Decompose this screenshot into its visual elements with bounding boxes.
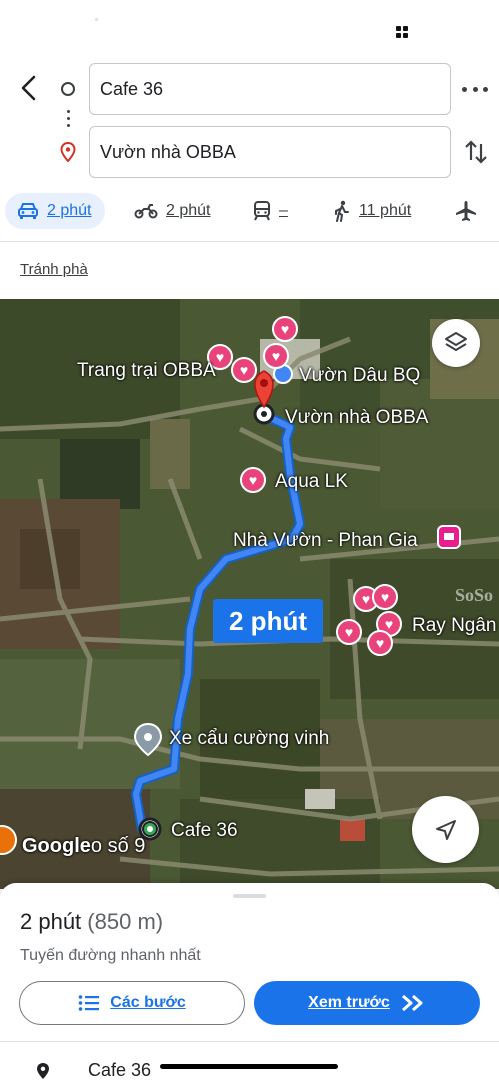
steps-button[interactable]: Các bước [19, 981, 245, 1025]
origin-circle-icon [61, 82, 75, 96]
poi-aqua-lk[interactable]: Aqua LK [275, 471, 348, 493]
car-icon [18, 203, 38, 219]
header-divider [0, 241, 499, 242]
tab-car[interactable]: 2 phút [5, 193, 106, 229]
tab-motorbike-label: 2 phút [166, 202, 211, 219]
satellite-imagery: SoSo [0, 299, 499, 889]
google-logo-text: Google [22, 835, 91, 857]
sheet-drag-handle[interactable] [233, 894, 266, 898]
google-logo: Googleo số 9 [22, 835, 145, 858]
soso-watermark: SoSo [455, 585, 493, 605]
tab-motorbike[interactable]: 2 phút [134, 193, 210, 229]
tab-walk[interactable]: 11 phút [333, 193, 411, 229]
saved-place-icon[interactable]: ♥ [272, 316, 298, 342]
home-indicator [160, 1064, 338, 1069]
saved-place-icon[interactable]: ♥ [263, 343, 289, 369]
navigation-arrow-icon [435, 819, 456, 840]
route-summary: 2 phút (850 m) [20, 909, 163, 935]
saved-place-icon[interactable]: ♥ [240, 467, 266, 493]
location-pin-icon [37, 1062, 49, 1079]
layers-button[interactable] [432, 319, 480, 367]
steps-button-label: Các bước [110, 994, 186, 1011]
status-bar [0, 0, 499, 50]
poi-cafe-36[interactable]: Cafe 36 [171, 820, 238, 842]
route-step-row[interactable]: Cafe 36 [36, 1060, 151, 1080]
poi-vuon-dau-bq[interactable]: Vườn Dâu BQ [299, 365, 420, 387]
poi-vuon-nha-obba[interactable]: Vườn nhà OBBA [285, 407, 428, 429]
transit-icon [254, 201, 270, 221]
tab-walk-label: 11 phút [359, 202, 412, 219]
saved-place-icon[interactable]: ♥ [336, 619, 362, 645]
poi-nha-vuon-phan-gia[interactable]: Nhà Vườn - Phan Gia [233, 530, 418, 552]
double-chevron-right-icon [401, 994, 423, 1012]
route-time-badge[interactable]: 2 phút [213, 599, 323, 643]
poi-ray-ngan[interactable]: Ray Ngân [412, 615, 497, 637]
travel-mode-tabs: 2 phút 2 phút – 11 phút [0, 193, 499, 237]
route-duration: 2 phút [20, 909, 82, 934]
walk-icon [335, 200, 349, 222]
preview-button[interactable]: Xem trước [254, 981, 480, 1025]
tab-flight[interactable] [455, 193, 485, 229]
status-dot [95, 18, 98, 21]
layers-icon [445, 332, 467, 351]
swap-route-icon[interactable] [462, 138, 490, 166]
tab-car-label: 2 phút [47, 202, 92, 219]
poi-xe-cau-cuong-vinh[interactable]: Xe cẩu cường vinh [169, 728, 329, 750]
street-fragment-label: o số 9 [90, 835, 146, 857]
map-view[interactable]: SoSo ♥ ♥ ♥ ♥ ♥ ♥ ♥ ♥ ♥ ♥ Trang trại OBBA… [0, 299, 499, 889]
my-location-button[interactable] [412, 796, 479, 863]
saved-place-icon[interactable]: ♥ [372, 584, 398, 610]
destination-pin-icon [60, 142, 76, 162]
route-step-label: Cafe 36 [88, 1060, 152, 1080]
signal-grid-icon [396, 26, 408, 38]
sheet-divider [0, 1041, 499, 1042]
tab-transit-label: – [279, 202, 288, 219]
back-button[interactable] [14, 72, 42, 104]
preview-button-label: Xem trước [308, 994, 390, 1011]
route-bottom-sheet: 2 phút (850 m) Tuyến đường nhanh nhất Cá… [0, 883, 499, 1080]
saved-place-icon[interactable]: ♥ [231, 357, 257, 383]
back-arrow-icon [21, 75, 36, 101]
route-distance: (850 m) [87, 909, 164, 934]
more-options-button[interactable] [462, 78, 488, 100]
avoid-ferries-link[interactable]: Tránh phà [20, 261, 88, 278]
route-dots-icon [67, 110, 70, 130]
saved-place-icon[interactable]: ♥ [367, 630, 393, 656]
destination-field[interactable]: Vườn nhà OBBA [89, 126, 451, 178]
list-icon [78, 995, 100, 1011]
motorbike-icon [134, 204, 158, 219]
route-description: Tuyến đường nhanh nhất [20, 947, 201, 964]
tab-transit[interactable]: – [253, 193, 288, 229]
origin-field[interactable]: Cafe 36 [89, 63, 451, 115]
poi-trang-trai-obba[interactable]: Trang trại OBBA [77, 360, 216, 382]
airplane-icon [456, 201, 476, 221]
